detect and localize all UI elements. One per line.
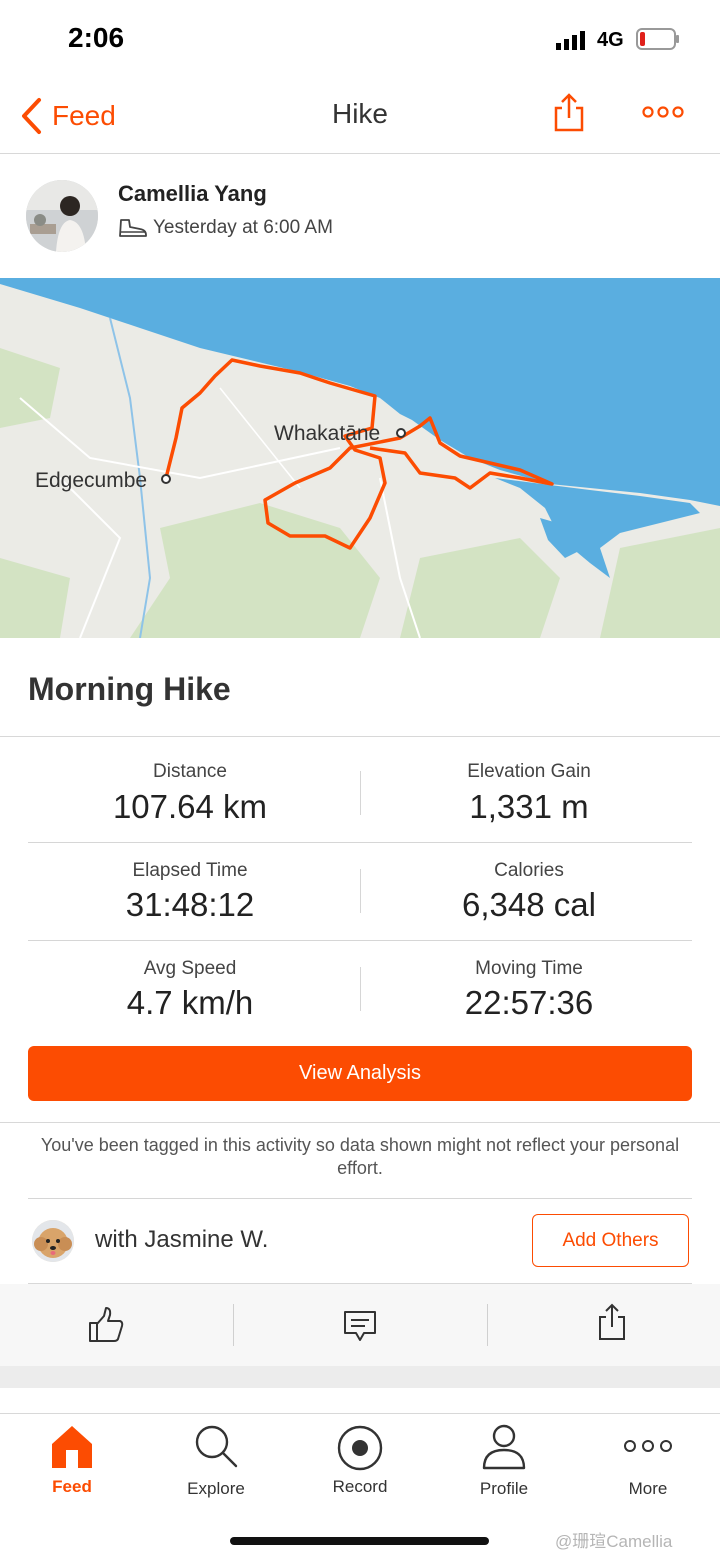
status-time: 2:06 [68,22,125,53]
stat-avg-speed-value: 4.7 km/h [126,984,254,1021]
stat-elevation-value: 1,331 m [469,788,589,825]
tab-record-label: Record [332,1477,388,1496]
view-analysis-button[interactable]: View Analysis [28,1046,692,1101]
divider [0,736,720,737]
section-gap [0,1366,720,1388]
share-icon[interactable] [553,92,585,132]
tagged-athlete-text: with Jasmine W. [95,1226,269,1253]
comment-icon[interactable] [342,1309,378,1343]
home-icon [52,1426,92,1468]
stat-separator [360,771,361,815]
tab-record[interactable]: Record [288,1414,432,1514]
stat-separator [360,869,361,913]
stat-calories-label: Calories [494,860,564,881]
route-map[interactable]: Whakatāne Edgecumbe [0,278,720,638]
action-separator [487,1304,488,1346]
map-label-edgecumbe: Edgecumbe [35,469,147,492]
stat-distance-label: Distance [153,761,227,782]
divider [28,940,692,941]
hiking-boot-icon [119,219,147,237]
divider [0,1122,720,1123]
tab-profile-label: Profile [479,1479,529,1498]
activity-title: Morning Hike [28,671,231,707]
share-activity-icon[interactable] [597,1302,627,1342]
more-icon [624,1440,672,1452]
map-label-whakatane: Whakatāne [274,422,380,445]
author-name[interactable]: Camellia Yang [118,181,267,207]
tab-feed[interactable]: Feed [0,1414,144,1514]
tab-explore-label: Explore [187,1479,245,1498]
avatar[interactable] [26,180,98,252]
action-bar [0,1284,720,1366]
profile-icon [482,1424,526,1470]
signal-icon [556,31,585,50]
stat-moving-time-value: 22:57:36 [464,984,594,1021]
divider [28,842,692,843]
stat-elevation-label: Elevation Gain [467,761,591,782]
home-indicator[interactable] [230,1537,489,1545]
tag-notice: You've been tagged in this activity so d… [40,1135,680,1178]
stat-separator [360,967,361,1011]
action-separator [233,1304,234,1346]
stat-moving-time-label: Moving Time [475,958,583,979]
add-others-button[interactable]: Add Others [532,1214,689,1267]
divider [28,1198,692,1199]
stat-distance-value: 107.64 km [112,788,268,825]
record-icon [337,1425,383,1471]
tab-more-label: More [628,1479,668,1498]
more-options-icon[interactable] [642,104,684,120]
post-timestamp: Yesterday at 6:00 AM [153,217,333,238]
watermark: @珊瑄Camellia [555,1532,673,1551]
stat-avg-speed-label: Avg Speed [143,958,237,979]
search-icon [195,1425,238,1468]
tab-more[interactable]: More [576,1414,720,1514]
tab-profile[interactable]: Profile [432,1414,576,1514]
divider [0,153,720,154]
tab-feed-label: Feed [52,1477,92,1496]
stat-elapsed-value: 31:48:12 [125,886,255,923]
battery-icon [636,28,679,50]
tab-explore[interactable]: Explore [144,1414,288,1514]
stat-calories-value: 6,348 cal [462,886,596,923]
page-title: Hike [331,98,388,129]
tagged-athlete-avatar[interactable] [32,1220,74,1262]
kudos-thumbs-up-icon[interactable] [87,1306,125,1344]
network-type: 4G [597,29,624,51]
stat-elapsed-label: Elapsed Time [132,860,248,881]
